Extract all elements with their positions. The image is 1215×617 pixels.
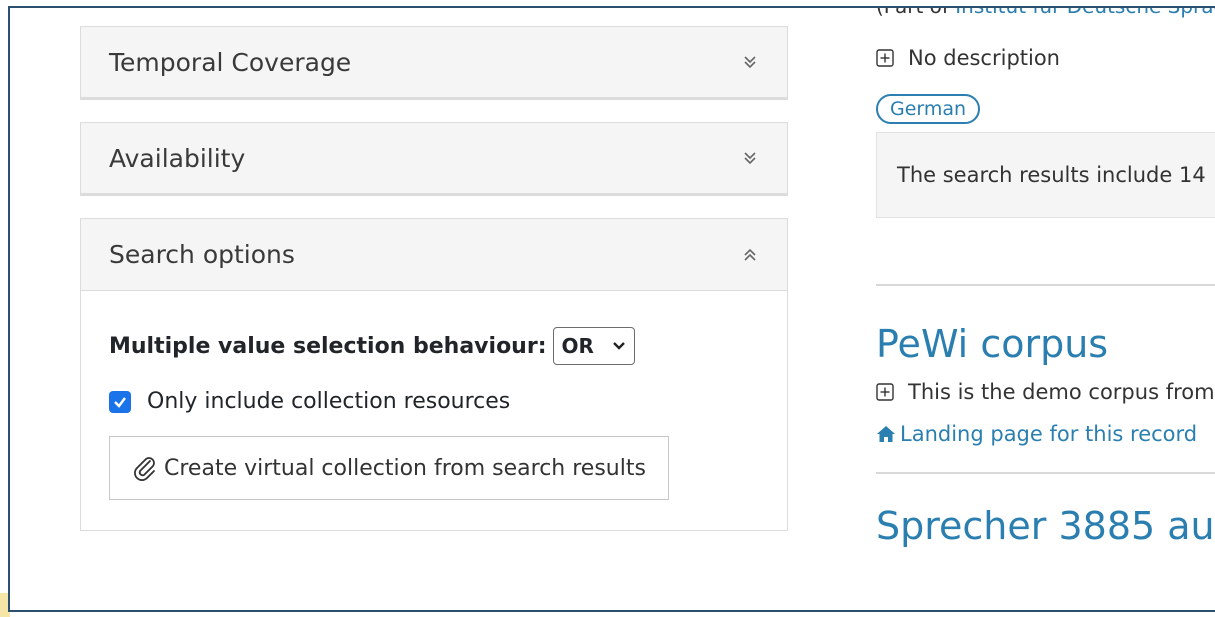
main-frame: Temporal Coverage Availability Search op… <box>8 6 1215 612</box>
create-virtual-collection-button[interactable]: Create virtual collection from search re… <box>109 436 669 500</box>
description-toggle-1[interactable]: No description <box>876 46 1215 70</box>
panel-title: Temporal Coverage <box>109 47 352 77</box>
paperclip-icon <box>134 457 155 481</box>
parent-collection-link[interactable]: Institut für Deutsche Sprache <box>955 8 1215 18</box>
record-title-next[interactable]: Sprecher 3885 aus <box>876 504 1215 548</box>
panel-temporal-coverage: Temporal Coverage <box>80 26 788 100</box>
checkmark-icon <box>114 396 126 408</box>
panel-title: Search options <box>109 240 295 269</box>
description-text: No description <box>908 46 1060 70</box>
selection-behaviour-label: Multiple value selection behaviour: <box>109 333 547 359</box>
parent-prefix: (Part of <box>876 6 956 18</box>
selection-behaviour-select[interactable]: OR <box>552 327 635 365</box>
chevron-double-down-icon <box>744 152 756 165</box>
search-results-info-text: The search results include 14 <box>897 163 1206 187</box>
panel-heading-search-options[interactable]: Search options <box>81 219 787 291</box>
create-virtual-collection-label: Create virtual collection from search re… <box>164 455 646 481</box>
panel-search-options: Search options Multiple value selection … <box>80 218 788 531</box>
record-title[interactable]: PeWi corpus <box>876 322 1215 366</box>
facet-column: Temporal Coverage Availability Search op… <box>80 26 788 553</box>
description-text: This is the demo corpus from <box>908 380 1215 404</box>
plus-square-icon <box>876 383 894 401</box>
landing-page-link[interactable]: Landing page for this record <box>876 422 1215 446</box>
results-column: (Part of Institut für Deutsche Sprache N… <box>876 8 1215 548</box>
language-tag[interactable]: German <box>876 94 981 124</box>
description-toggle-2[interactable]: This is the demo corpus from <box>876 380 1215 404</box>
panel-title: Availability <box>109 143 246 173</box>
parent-collection-line: (Part of Institut für Deutsche Sprache <box>876 6 1215 18</box>
selection-behaviour-row: Multiple value selection behaviour: OR <box>109 327 759 365</box>
home-icon <box>877 426 895 442</box>
panel-heading-temporal-coverage[interactable]: Temporal Coverage <box>81 27 787 99</box>
search-options-body: Multiple value selection behaviour: OR O… <box>81 291 787 530</box>
search-results-info: The search results include 14 <box>876 132 1215 218</box>
landing-page-label: Landing page for this record <box>900 422 1198 446</box>
only-collections-checkbox[interactable] <box>109 390 131 413</box>
chevron-down-icon <box>613 342 625 350</box>
only-collections-row: Only include collection resources <box>109 389 759 414</box>
selection-behaviour-value: OR <box>561 334 594 358</box>
plus-square-icon <box>876 49 894 67</box>
panel-heading-availability[interactable]: Availability <box>81 123 787 195</box>
panel-availability: Availability <box>80 122 788 196</box>
only-collections-label[interactable]: Only include collection resources <box>147 389 510 414</box>
chevron-double-down-icon <box>744 56 756 69</box>
chevron-double-up-icon <box>744 248 756 261</box>
